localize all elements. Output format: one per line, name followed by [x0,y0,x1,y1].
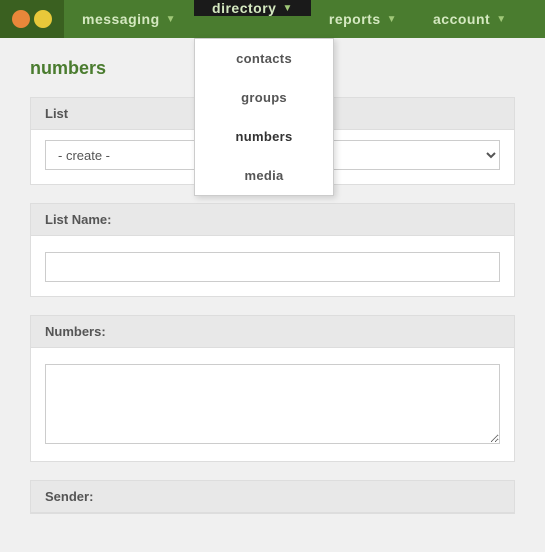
list-name-body [31,236,514,296]
nav-item-reports[interactable]: reports ▼ [311,0,415,38]
sender-section: Sender: [30,480,515,514]
numbers-textarea[interactable] [45,364,500,444]
dropdown-item-media[interactable]: media [195,156,333,195]
dropdown-item-groups[interactable]: groups [195,78,333,117]
chevron-down-icon: ▼ [166,14,176,25]
logo-circle-orange [12,10,30,28]
chevron-down-icon-account: ▼ [496,14,506,25]
list-name-header: List Name: [31,204,514,236]
dropdown-item-numbers[interactable]: numbers [195,117,333,156]
directory-dropdown-menu: contacts groups numbers media [194,38,334,196]
nav-label-account: account [433,11,490,27]
nav-label-reports: reports [329,11,381,27]
list-name-section: List Name: [30,203,515,297]
chevron-down-icon-reports: ▼ [387,14,397,25]
nav-dropdown-directory[interactable]: directory ▼ contacts groups numbers medi… [194,0,311,38]
logo-circle-yellow [34,10,52,28]
numbers-section-header: Numbers: [31,316,514,348]
list-name-input[interactable] [45,252,500,282]
nav-item-account[interactable]: account ▼ [415,0,525,38]
dropdown-item-contacts[interactable]: contacts [195,39,333,78]
numbers-section: Numbers: [30,315,515,462]
nav-item-directory[interactable]: directory ▼ [194,0,311,16]
chevron-down-icon-directory: ▼ [282,3,292,14]
main-nav: messaging ▼ directory ▼ contacts groups … [0,0,545,38]
nav-item-messaging[interactable]: messaging ▼ [64,0,194,38]
nav-label-messaging: messaging [82,11,160,27]
logo [0,0,64,38]
numbers-section-body [31,348,514,461]
nav-label-directory: directory [212,0,276,16]
sender-section-header: Sender: [31,481,514,513]
